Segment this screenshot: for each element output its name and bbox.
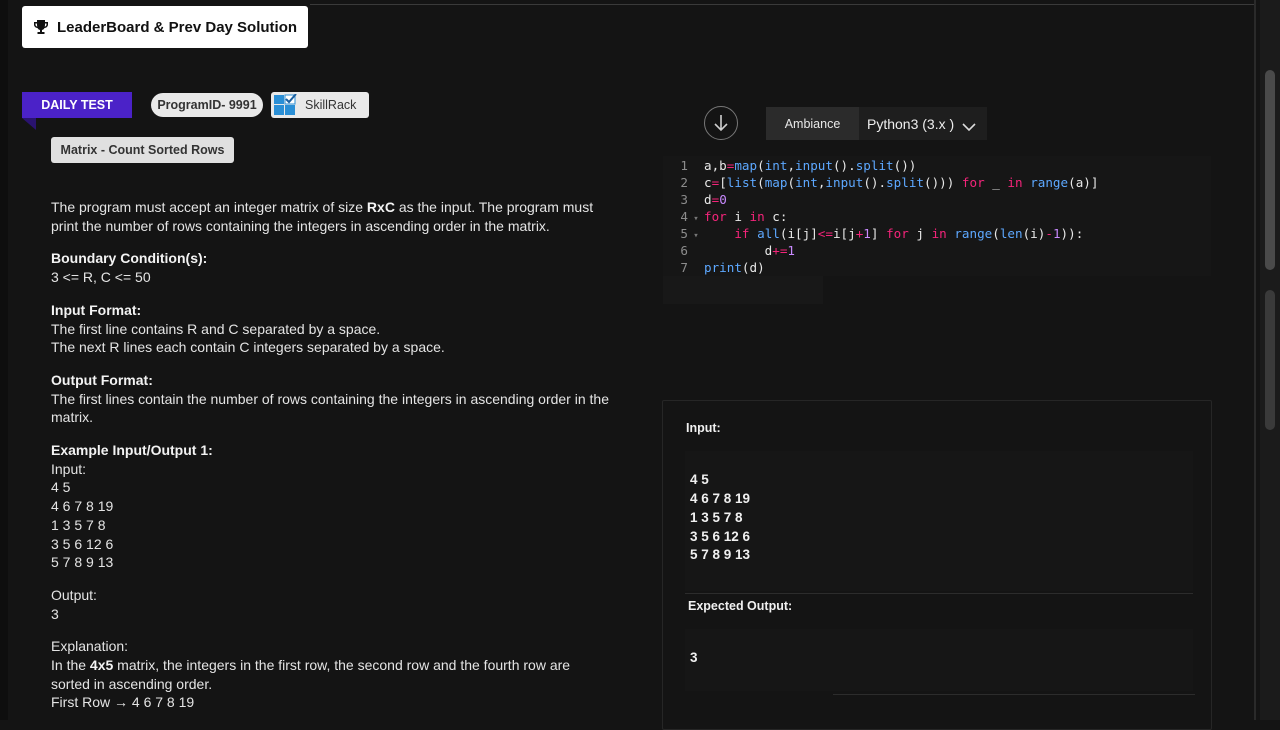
expected-output-label: Expected Output: [688, 599, 793, 613]
scrollbar-thumb[interactable] [1265, 70, 1275, 270]
problem-title: Matrix - Count Sorted Rows [51, 137, 234, 163]
example-heading: Example Input/Output 1: [51, 442, 213, 459]
explanation-text: In the 4x5 matrix, the integers in the f… [51, 657, 571, 692]
input-line: 1 3 5 7 8 [690, 510, 743, 525]
theme-select[interactable]: Ambiance [766, 107, 859, 140]
input-format-line-2: The next R lines each contain C integers… [51, 339, 445, 356]
expected-output-box [685, 629, 1193, 691]
output-format-text: The first lines contain the number of ro… [51, 390, 609, 426]
io-panel: Input: 4 5 4 6 7 8 19 1 3 5 7 8 3 5 6 12… [662, 400, 1212, 730]
code-line: 7 print(d) [680, 260, 765, 275]
input-line: 3 5 6 12 6 [690, 529, 751, 544]
example-input-label: Input: [51, 460, 87, 477]
example-output-label: Output: [51, 586, 97, 603]
leaderboard-label: LeaderBoard & Prev Day Solution [56, 18, 298, 36]
example-input-line: 4 5 [51, 479, 71, 496]
daily-test-tag: DAILY TEST [22, 92, 132, 118]
example-input-line: 3 5 6 12 6 [51, 535, 114, 552]
content-edge [1254, 0, 1256, 720]
intro-paragraph: The program must accept an integer matri… [51, 199, 594, 234]
code-line: 3 d=0 [680, 192, 727, 207]
leaderboard-button[interactable]: LeaderBoard & Prev Day Solution [22, 6, 308, 48]
input-format-heading: Input Format: [51, 301, 142, 318]
example-input-line: 5 7 8 9 13 [51, 554, 114, 571]
input-box [685, 451, 1193, 591]
skillrack-logo-icon [273, 93, 297, 116]
code-line: 6 d+=1 [680, 243, 796, 258]
boundary-text: 3 <= R, C <= 50 [51, 269, 151, 286]
explanation-cut-line: First Row → 4 6 7 8 19 [51, 694, 195, 711]
top-divider [310, 4, 1255, 5]
program-id-badge: ProgramID- 9991 [151, 93, 263, 117]
expected-output-value: 3 [690, 650, 698, 665]
code-line: 4 ▾ for i in c: [663, 208, 787, 225]
skillrack-label: SkillRack [305, 98, 357, 112]
output-format-heading: Output Format: [51, 371, 153, 388]
daily-test-tag-fold [22, 118, 36, 130]
example-input-line: 1 3 5 7 8 [51, 516, 106, 533]
input-line: 5 7 8 9 13 [690, 547, 751, 562]
input-format-line-1: The first line contains R and C separate… [51, 320, 381, 337]
code-line: 2 c=[list(map(int,input().split())) for _… [680, 175, 1099, 190]
example-input-line: 4 6 7 8 19 [51, 498, 114, 515]
arrow-down-icon [714, 115, 728, 132]
code-line: 1 a,b=map(int,input().split()) [680, 158, 917, 173]
divider [685, 593, 1193, 594]
input-label: Input: [686, 421, 721, 435]
input-line: 4 5 [690, 472, 709, 487]
explanation-label: Explanation: [51, 638, 129, 655]
download-button[interactable] [704, 106, 738, 140]
code-line: 5 ▾ if all(i[j]<=i[j+1] for j in range(le… [663, 225, 1083, 242]
language-label: Python3 (3.x ) [867, 115, 955, 132]
divider [833, 694, 1195, 695]
problem-description: The program must accept an integer matri… [51, 198, 611, 712]
code-editor[interactable]: 1 a,b=map(int,input().split()) 2 c=[list(m… [663, 156, 1211, 276]
editor-shadow [663, 276, 823, 304]
language-select[interactable]: Python3 (3.x ) [859, 107, 987, 140]
boundary-heading: Boundary Condition(s): [51, 250, 208, 267]
input-line: 4 6 7 8 19 [690, 491, 751, 506]
trophy-icon [33, 19, 49, 35]
chevron-down-icon [962, 119, 976, 131]
skillrack-badge[interactable]: SkillRack [271, 92, 369, 118]
left-gutter [0, 0, 8, 720]
example-output-value: 3 [51, 605, 59, 622]
scrollbar-thumb-secondary [1265, 290, 1275, 430]
